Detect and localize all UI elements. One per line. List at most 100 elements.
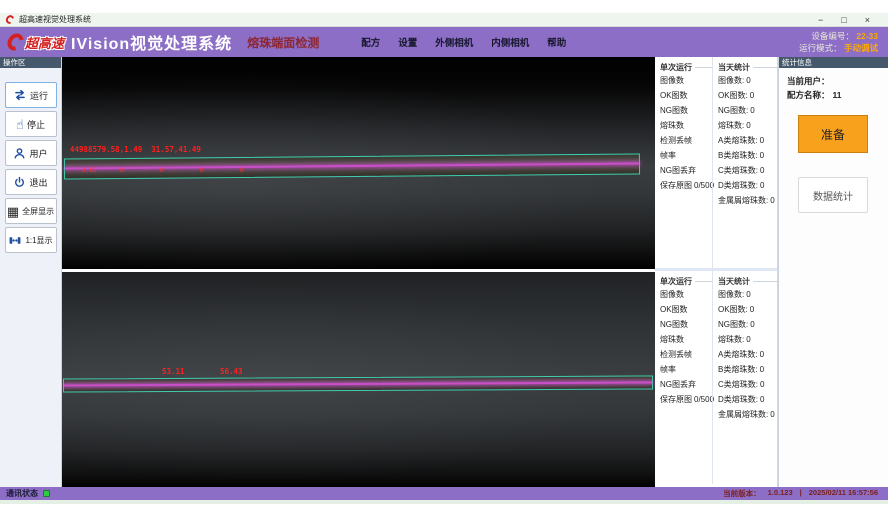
- menu-item[interactable]: 配方: [361, 35, 380, 49]
- stat-row: OK图数:0: [718, 88, 777, 103]
- stop-label: 停止: [27, 118, 45, 131]
- operation-sidebar: 操作区 运行 ☝ 停止 用户: [0, 57, 62, 487]
- version-label: 当前版本：: [723, 488, 761, 499]
- weld-bead-line: [65, 162, 639, 169]
- version-info: 当前版本： 1.0.123 | 2025/02/11 16:57:56: [723, 488, 878, 499]
- fullscreen-icon: ▦: [7, 205, 19, 218]
- stat-row: 金属屑熔珠数:0: [718, 407, 777, 422]
- info-panel-title: 统计信息: [779, 57, 888, 68]
- one-to-one-icon: [8, 234, 22, 247]
- statistics-column: 单次运行 图像数OK图数NG图数熔珠数检测丢帧帧率NG图丢弃保存原图0/500 …: [655, 57, 778, 487]
- stat-row: 图像数: [660, 287, 712, 302]
- module-subtitle: 熔珠端面检测: [247, 34, 319, 51]
- fullscreen-label: 全屏显示: [22, 206, 54, 217]
- stat-row: 图像数:0: [718, 73, 777, 88]
- statistics-info-panel: 统计信息 当前用户： 配方名称： 11 准备 数据统计: [778, 57, 888, 487]
- stat-row: 保存原图0/500: [660, 178, 712, 193]
- user-label: 用户: [29, 147, 47, 160]
- measurement-label: 56.43: [220, 367, 243, 376]
- stat-row: B类熔珠数:0: [718, 148, 777, 163]
- run-mode-value: 手动调试: [844, 43, 878, 53]
- stat-row: 金属屑熔珠数:0: [718, 193, 777, 208]
- status-bar: 通讯状态 当前版本： 1.0.123 | 2025/02/11 16:57:56: [0, 487, 888, 500]
- sidebar-title: 操作区: [0, 57, 61, 68]
- tick-label: 0: [200, 167, 204, 174]
- comm-status-indicator: [43, 490, 50, 497]
- device-info: 设备编号： 22-33 运行模式： 手动调试: [799, 30, 878, 55]
- exit-button[interactable]: 退出: [5, 169, 57, 195]
- stat-row: OK图数: [660, 88, 712, 103]
- stat-row: NG图数:0: [718, 103, 777, 118]
- stat-row: 保存原图0/500: [660, 392, 712, 407]
- user-button[interactable]: 用户: [5, 140, 57, 166]
- app-header: 超高速 IVision视觉处理系统 熔珠端面检测 配方设置外侧相机内侧相机帮助 …: [0, 27, 888, 57]
- stat-row: NG图数:0: [718, 317, 777, 332]
- main-menu: 配方 设置 外侧相机 内侧相机 帮助: [361, 35, 566, 49]
- prepare-button[interactable]: 准备: [798, 115, 868, 153]
- recipe-name-label: 配方名称：: [787, 89, 830, 101]
- menu-item[interactable]: 设置: [398, 35, 417, 49]
- brand-logo-icon: [4, 30, 27, 53]
- stat-row: NG图丢弃: [660, 163, 712, 178]
- recipe-name-value: 11: [833, 90, 842, 100]
- brand-name: 超高速: [25, 33, 64, 52]
- stat-row: A类熔珠数:0: [718, 347, 777, 362]
- run-icon: [13, 88, 27, 102]
- measurement-label: 53.11: [162, 367, 185, 376]
- one-to-one-label: 1:1显示: [25, 235, 52, 246]
- run-label: 运行: [30, 89, 48, 102]
- window-titlebar: 超高速视觉处理系统 − □ ×: [0, 13, 888, 27]
- exit-label: 退出: [29, 176, 47, 189]
- stat-row: 熔珠数: [660, 332, 712, 347]
- stat-row: 熔珠数: [660, 118, 712, 133]
- stat-row: D类熔珠数:0: [718, 178, 777, 193]
- one-to-one-button[interactable]: 1:1显示: [5, 227, 57, 253]
- camera-view-inner[interactable]: 53.11 56.43: [62, 272, 655, 487]
- fullscreen-button[interactable]: ▦ 全屏显示: [5, 198, 57, 224]
- device-number-label: 设备编号：: [811, 31, 854, 41]
- minimize-button[interactable]: −: [818, 13, 823, 27]
- data-statistics-button[interactable]: 数据统计: [798, 177, 868, 213]
- menu-item[interactable]: 外侧相机: [435, 35, 473, 49]
- close-button[interactable]: ×: [865, 13, 870, 27]
- stat-row: 检测丢帧: [660, 347, 712, 362]
- device-number-value: 22-33: [856, 31, 878, 41]
- stat-row: 图像数: [660, 73, 712, 88]
- daily-stats-header: 当天统计: [718, 61, 777, 73]
- version-value: 1.0.123: [768, 488, 793, 499]
- app-logo-icon: [4, 14, 15, 26]
- current-user-label: 当前用户：: [787, 75, 830, 87]
- tick-label: 0: [240, 167, 244, 174]
- app-window: 超高速视觉处理系统 − □ × 超高速 IVision视觉处理系统 熔珠端面检测…: [0, 0, 888, 522]
- run-button[interactable]: 运行: [5, 82, 57, 108]
- separator: |: [800, 488, 802, 499]
- stat-row: 检测丢帧: [660, 133, 712, 148]
- stat-row: NG图数: [660, 103, 712, 118]
- stat-row: B类熔珠数:0: [718, 362, 777, 377]
- menu-item[interactable]: 帮助: [547, 35, 566, 49]
- stat-row: 帧率: [660, 362, 712, 377]
- tick-label: 3.65: [82, 167, 96, 174]
- tick-label: 0: [120, 167, 124, 174]
- stop-button[interactable]: ☝ 停止: [5, 111, 57, 137]
- weld-bead-line: [64, 381, 652, 386]
- app-title: IVision视觉处理系统: [71, 30, 232, 54]
- single-run-header: 单次运行: [660, 61, 712, 73]
- stat-row: C类熔珠数:0: [718, 377, 777, 392]
- stat-row: D类熔珠数:0: [718, 392, 777, 407]
- window-title: 超高速视觉处理系统: [19, 14, 91, 25]
- stat-row: 熔珠数:0: [718, 118, 777, 133]
- camera-view-outer[interactable]: 44988579.58,1.49 31.57,41.49 3.650000: [62, 57, 655, 269]
- detection-coords-annotation: 44988579.58,1.49 31.57,41.49: [70, 145, 201, 154]
- stat-row: OK图数: [660, 302, 712, 317]
- power-icon: [13, 176, 26, 189]
- stats-panel-outer: 单次运行 图像数OK图数NG图数熔珠数检测丢帧帧率NG图丢弃保存原图0/500 …: [655, 57, 777, 268]
- stat-row: 图像数:0: [718, 287, 777, 302]
- maximize-button[interactable]: □: [841, 13, 846, 27]
- comm-status-label: 通讯状态: [6, 488, 38, 499]
- stat-row: NG图丢弃: [660, 377, 712, 392]
- stats-panel-inner: 单次运行 图像数OK图数NG图数熔珠数检测丢帧帧率NG图丢弃保存原图0/500 …: [655, 268, 777, 484]
- single-run-header: 单次运行: [660, 275, 712, 287]
- bottom-edge-strip: [0, 500, 888, 504]
- menu-item[interactable]: 内侧相机: [491, 35, 529, 49]
